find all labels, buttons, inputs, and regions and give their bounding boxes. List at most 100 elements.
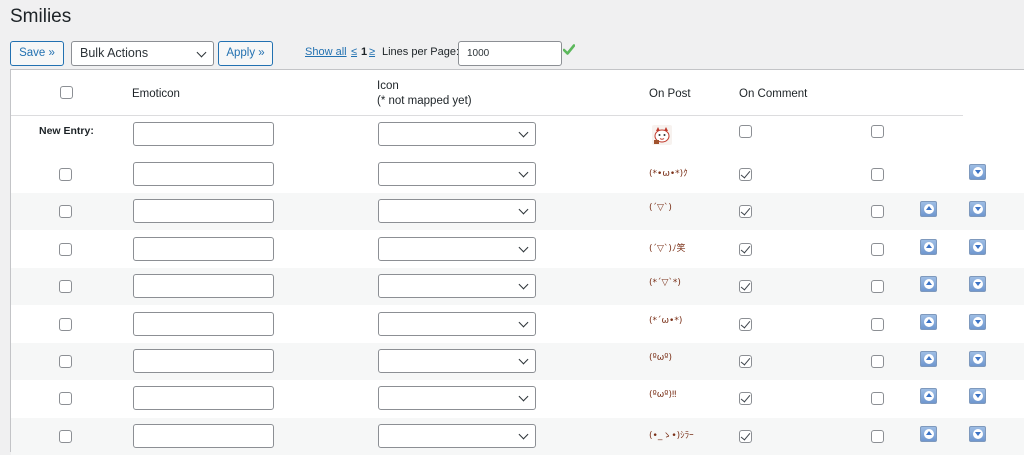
on-post-checkbox[interactable]: [739, 430, 752, 443]
on-post-checkbox[interactable]: [739, 168, 752, 181]
column-header-emoticon: Emoticon: [132, 88, 180, 100]
icon-select[interactable]: [378, 312, 536, 336]
bulk-actions-select[interactable]: Bulk Actions: [71, 41, 214, 66]
move-down-icon[interactable]: [969, 276, 986, 292]
on-comment-checkbox[interactable]: [871, 355, 884, 368]
new-on-post-checkbox[interactable]: [739, 125, 752, 138]
bulk-actions-value: Bulk Actions: [80, 46, 149, 60]
table-row: (•_ゝ•)ｼﾗｰ: [11, 418, 1024, 455]
table-row: (*´ω•*): [11, 306, 1024, 343]
chevron-down-icon: [518, 429, 529, 440]
move-down-icon[interactable]: [969, 314, 986, 330]
move-up-icon[interactable]: [920, 388, 937, 404]
chevron-down-icon: [518, 204, 529, 215]
icon-select[interactable]: [378, 199, 536, 223]
row-select-checkbox[interactable]: [59, 243, 72, 256]
emoticon-input[interactable]: [133, 386, 274, 410]
move-down-icon[interactable]: [969, 388, 986, 404]
new-on-comment-checkbox[interactable]: [871, 125, 884, 138]
emoticon-input[interactable]: [133, 199, 274, 223]
icon-select[interactable]: [378, 274, 536, 298]
column-header-on-post: On Post: [649, 88, 691, 100]
on-comment-checkbox[interactable]: [871, 430, 884, 443]
previous-page-link[interactable]: ≤: [351, 46, 357, 58]
on-post-checkbox[interactable]: [739, 205, 752, 218]
emoticon-input[interactable]: [133, 237, 274, 261]
new-icon-select[interactable]: [378, 122, 536, 146]
move-up-icon[interactable]: [920, 201, 937, 217]
on-comment-checkbox[interactable]: [871, 318, 884, 331]
row-select-checkbox[interactable]: [59, 205, 72, 218]
chevron-down-icon: [518, 317, 529, 328]
move-down-icon[interactable]: [969, 239, 986, 255]
chevron-down-icon: [518, 391, 529, 402]
table-row: (ºωº)‼: [11, 380, 1024, 417]
new-entry-label: New Entry:: [39, 125, 94, 137]
on-post-checkbox[interactable]: [739, 243, 752, 256]
chevron-down-icon: [518, 167, 529, 178]
next-page-link[interactable]: ≥: [369, 46, 375, 58]
row-select-checkbox[interactable]: [59, 318, 72, 331]
on-comment-checkbox[interactable]: [871, 205, 884, 218]
show-all-link[interactable]: Show all: [305, 46, 347, 58]
icon-select[interactable]: [378, 237, 536, 261]
on-comment-checkbox[interactable]: [871, 168, 884, 181]
chevron-down-icon: [518, 127, 529, 138]
icon-select[interactable]: [378, 349, 536, 373]
lines-per-page-input[interactable]: 1000: [458, 41, 562, 66]
table-row: (*´▽`*): [11, 268, 1024, 305]
move-down-icon[interactable]: [969, 201, 986, 217]
icon-select[interactable]: [378, 162, 536, 186]
smiley-icon: (*•ω•*)ｸ: [649, 169, 688, 179]
row-select-checkbox[interactable]: [59, 392, 72, 405]
on-post-checkbox[interactable]: [739, 280, 752, 293]
on-post-checkbox[interactable]: [739, 392, 752, 405]
on-comment-checkbox[interactable]: [871, 392, 884, 405]
emoticon-input[interactable]: [133, 162, 274, 186]
emoticon-input[interactable]: [133, 312, 274, 336]
emoticon-input[interactable]: [133, 349, 274, 373]
lines-per-page-label: Lines per Page:: [382, 46, 460, 58]
on-comment-checkbox[interactable]: [871, 243, 884, 256]
select-all-checkbox[interactable]: [60, 86, 73, 99]
smiley-icon: (´▽`)ﾉ笑: [649, 244, 686, 254]
on-post-checkbox[interactable]: [739, 318, 752, 331]
move-down-icon[interactable]: [969, 164, 986, 180]
save-button[interactable]: Save »: [10, 41, 64, 66]
table-header: Emoticon Icon (* not mapped yet) On Post…: [11, 70, 963, 116]
row-select-checkbox[interactable]: [59, 430, 72, 443]
apply-button[interactable]: Apply »: [218, 41, 273, 66]
move-down-icon[interactable]: [969, 426, 986, 442]
cat-smiley-icon: [652, 125, 672, 145]
page-title: Smilies: [10, 6, 72, 27]
move-down-icon[interactable]: [969, 351, 986, 367]
emoticon-input[interactable]: [133, 424, 274, 448]
column-header-icon: Icon: [377, 80, 399, 92]
move-up-icon[interactable]: [920, 351, 937, 367]
chevron-down-icon: [518, 242, 529, 253]
move-up-icon[interactable]: [920, 426, 937, 442]
emoticon-input[interactable]: [133, 274, 274, 298]
chevron-down-icon: [518, 354, 529, 365]
row-select-checkbox[interactable]: [59, 280, 72, 293]
on-comment-checkbox[interactable]: [871, 280, 884, 293]
new-emoticon-input[interactable]: [133, 122, 274, 146]
move-up-icon[interactable]: [920, 276, 937, 292]
smiley-icon: (ºωº)‼: [649, 390, 677, 400]
move-up-icon[interactable]: [920, 314, 937, 330]
page-number: 1: [361, 46, 368, 58]
table-row: (ºωº): [11, 343, 1024, 380]
icon-select[interactable]: [378, 386, 536, 410]
smiley-icon: (*´ω•*): [649, 316, 683, 326]
smiley-icon: (ºωº): [649, 353, 673, 363]
smiley-icon: (•_ゝ•)ｼﾗｰ: [649, 431, 694, 441]
move-up-icon[interactable]: [920, 239, 937, 255]
table-row: (´▽`)ﾉ笑: [11, 231, 1024, 268]
chevron-down-icon: [518, 279, 529, 290]
checkmark-icon[interactable]: [563, 44, 575, 55]
on-post-checkbox[interactable]: [739, 355, 752, 368]
icon-select[interactable]: [378, 424, 536, 448]
row-select-checkbox[interactable]: [59, 168, 72, 181]
column-header-on-comment: On Comment: [739, 88, 808, 100]
row-select-checkbox[interactable]: [59, 355, 72, 368]
